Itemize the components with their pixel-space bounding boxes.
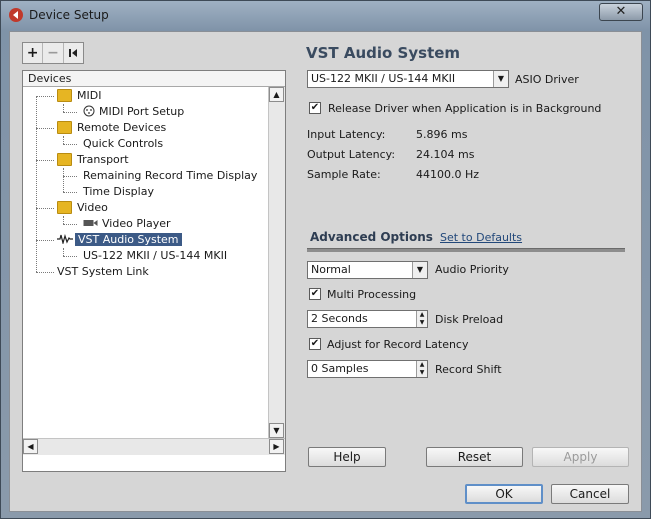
close-icon: ✕ [615, 4, 627, 19]
tree-item-remote-devices[interactable]: Remote Devices [57, 120, 166, 136]
asio-driver-value: US-122 MKII / US-144 MKII [311, 72, 456, 85]
chevron-down-icon: ▼ [493, 71, 508, 87]
title-bar[interactable]: Device Setup ✕ [1, 1, 650, 29]
multi-processing-label: Multi Processing [327, 288, 417, 301]
folder-icon [57, 200, 72, 214]
remove-device-button[interactable]: − [43, 43, 64, 63]
scroll-down-button[interactable]: ▼ [269, 423, 284, 438]
tree-item-us122-mkii[interactable]: US-122 MKII / US-144 MKII [83, 248, 227, 264]
multi-processing-checkbox[interactable]: ✔ [309, 288, 321, 300]
tree-item-label: Quick Controls [83, 137, 164, 150]
tree-item-time-display[interactable]: Time Display [83, 184, 154, 200]
checkmark-icon: ✔ [310, 338, 320, 349]
tree-item-midi[interactable]: MIDI [57, 88, 101, 104]
reset-icon [69, 49, 78, 57]
folder-icon [57, 88, 72, 102]
stepper-arrows-icon[interactable]: ▲ ▼ [416, 361, 427, 377]
tree-item-label: Remote Devices [77, 121, 167, 134]
add-device-button[interactable]: + [23, 43, 44, 63]
scroll-up-button[interactable]: ▲ [269, 87, 284, 102]
tree-item-label: Transport [77, 153, 129, 166]
midi-port-icon [83, 105, 95, 117]
disk-preload-label: Disk Preload [435, 313, 504, 326]
close-button[interactable]: ✕ [599, 3, 643, 21]
input-latency-value: 5.896 ms [416, 128, 468, 141]
cancel-button[interactable]: Cancel [551, 484, 629, 504]
tree-item-remaining-record-time[interactable]: Remaining Record Time Display [83, 168, 257, 184]
tree-header: Devices [23, 71, 285, 87]
audio-priority-select[interactable]: Normal ▼ [307, 261, 428, 279]
app-logo-icon [9, 8, 23, 22]
help-button[interactable]: Help [308, 447, 386, 467]
tree-item-vst-audio-system[interactable]: VST Audio System [57, 232, 182, 248]
advanced-divider [307, 248, 625, 252]
window-title: Device Setup [29, 8, 109, 22]
tree-item-transport[interactable]: Transport [57, 152, 129, 168]
tree-item-video[interactable]: Video [57, 200, 108, 216]
audio-priority-label: Audio Priority [435, 263, 509, 276]
tree-item-label: VST System Link [57, 265, 149, 278]
reset-device-button[interactable] [64, 43, 83, 63]
disk-preload-stepper[interactable]: 2 Seconds ▲ ▼ [307, 310, 428, 328]
tree-item-label: US-122 MKII / US-144 MKII [83, 249, 228, 262]
output-latency-value: 24.104 ms [416, 148, 475, 161]
tree-item-video-player[interactable]: Video Player [83, 216, 171, 232]
adjust-record-latency-checkbox[interactable]: ✔ [309, 338, 321, 350]
disk-preload-value: 2 Seconds [311, 312, 368, 325]
tree-item-vst-system-link[interactable]: VST System Link [57, 264, 149, 280]
folder-icon [57, 120, 72, 134]
adjust-record-latency-label: Adjust for Record Latency [327, 338, 469, 351]
sample-rate-value: 44100.0 Hz [416, 168, 480, 181]
tree-item-label: MIDI [77, 89, 102, 102]
tree-item-quick-controls[interactable]: Quick Controls [83, 136, 163, 152]
tree-vertical-scrollbar[interactable]: ▲ ▼ [268, 87, 285, 438]
release-driver-checkbox[interactable]: ✔ [309, 102, 321, 114]
checkmark-icon: ✔ [310, 102, 320, 113]
device-setup-window: Device Setup ✕ + − Devices MIDI MIDI Por… [0, 0, 651, 519]
checkmark-icon: ✔ [310, 288, 320, 299]
asio-driver-label: ASIO Driver [515, 73, 579, 86]
chevron-down-icon: ▼ [412, 262, 427, 278]
scroll-left-button[interactable]: ◀ [23, 439, 38, 454]
audio-system-icon [57, 233, 73, 246]
input-latency-label: Input Latency: [307, 128, 386, 141]
audio-priority-value: Normal [311, 263, 351, 276]
release-driver-label: Release Driver when Application is in Ba… [328, 102, 602, 115]
record-shift-stepper[interactable]: 0 Samples ▲ ▼ [307, 360, 428, 378]
stepper-arrows-icon[interactable]: ▲ ▼ [416, 311, 427, 327]
tree-horizontal-scrollbar[interactable]: ◀ ▶ [23, 438, 285, 455]
set-to-defaults-link[interactable]: Set to Defaults [440, 231, 522, 244]
tree-item-label: Video [77, 201, 108, 214]
tree-item-label: Video Player [102, 217, 171, 230]
sample-rate-label: Sample Rate: [307, 168, 381, 181]
record-shift-value: 0 Samples [311, 362, 369, 375]
dialog-body: + − Devices MIDI MIDI Port Setup Remote … [9, 31, 642, 512]
tab-advanced-options[interactable]: Advanced Options [310, 230, 433, 244]
scroll-right-button[interactable]: ▶ [269, 439, 284, 454]
record-shift-label: Record Shift [435, 363, 502, 376]
ok-button[interactable]: OK [465, 484, 543, 504]
tree-item-label: Remaining Record Time Display [83, 169, 258, 182]
asio-driver-select[interactable]: US-122 MKII / US-144 MKII ▼ [307, 70, 509, 88]
apply-button[interactable]: Apply [532, 447, 629, 467]
reset-button[interactable]: Reset [426, 447, 523, 467]
tree-item-label: MIDI Port Setup [99, 105, 185, 118]
tree-toolbar: + − [22, 42, 84, 64]
output-latency-label: Output Latency: [307, 148, 396, 161]
folder-icon [57, 152, 72, 166]
devices-tree: Devices MIDI MIDI Port Setup Remote Devi… [22, 70, 286, 472]
tree-item-label: VST Audio System [75, 233, 182, 246]
video-player-icon [83, 220, 98, 226]
tree-item-midi-port-setup[interactable]: MIDI Port Setup [83, 104, 184, 120]
panel-title: VST Audio System [306, 44, 461, 62]
tree-item-label: Time Display [83, 185, 154, 198]
tree-body: MIDI MIDI Port Setup Remote Devices Quic… [23, 88, 285, 436]
